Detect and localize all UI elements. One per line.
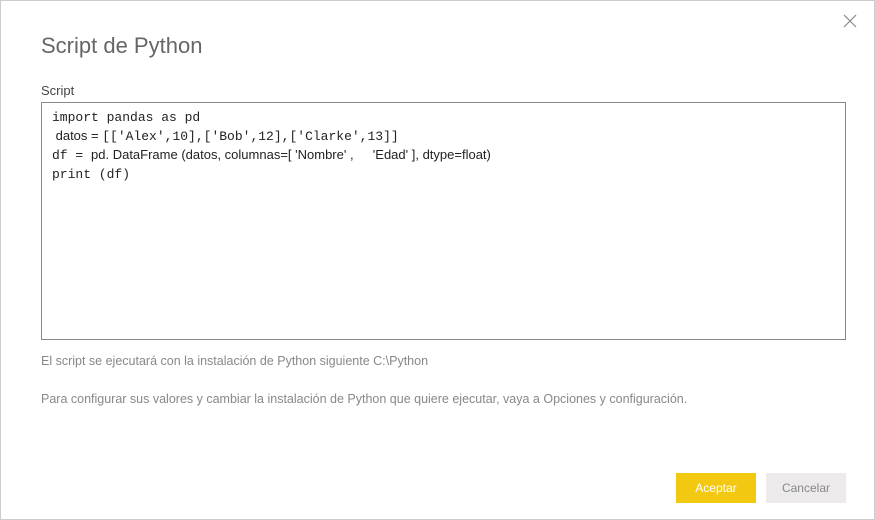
script-line: datos = — [52, 128, 102, 143]
cancel-button[interactable]: Cancelar — [766, 473, 846, 503]
script-line: pd. DataFrame (datos, columnas=[ 'Nombre… — [91, 147, 357, 162]
config-hint: Para configurar sus valores y cambiar la… — [41, 392, 846, 406]
install-path-hint: El script se ejecutará con la instalació… — [41, 354, 846, 368]
dialog-title: Script de Python — [41, 33, 846, 59]
script-input[interactable]: import pandas as pd datos = [['Alex',10]… — [41, 102, 846, 340]
script-line: import pandas as pd — [52, 110, 200, 125]
python-script-dialog: Script de Python Script import pandas as… — [0, 0, 875, 520]
ok-button[interactable]: Aceptar — [676, 473, 756, 503]
script-line: [['Alex',10],['Bob',12],['Clarke',13]] — [102, 129, 398, 144]
script-field-label: Script — [41, 83, 846, 98]
script-line: print (df) — [52, 167, 130, 182]
script-line: 'Edad' ], dtype=float) — [373, 147, 491, 162]
dialog-footer: Aceptar Cancelar — [676, 473, 846, 503]
script-line: df = — [52, 148, 91, 163]
close-icon[interactable] — [842, 13, 858, 29]
